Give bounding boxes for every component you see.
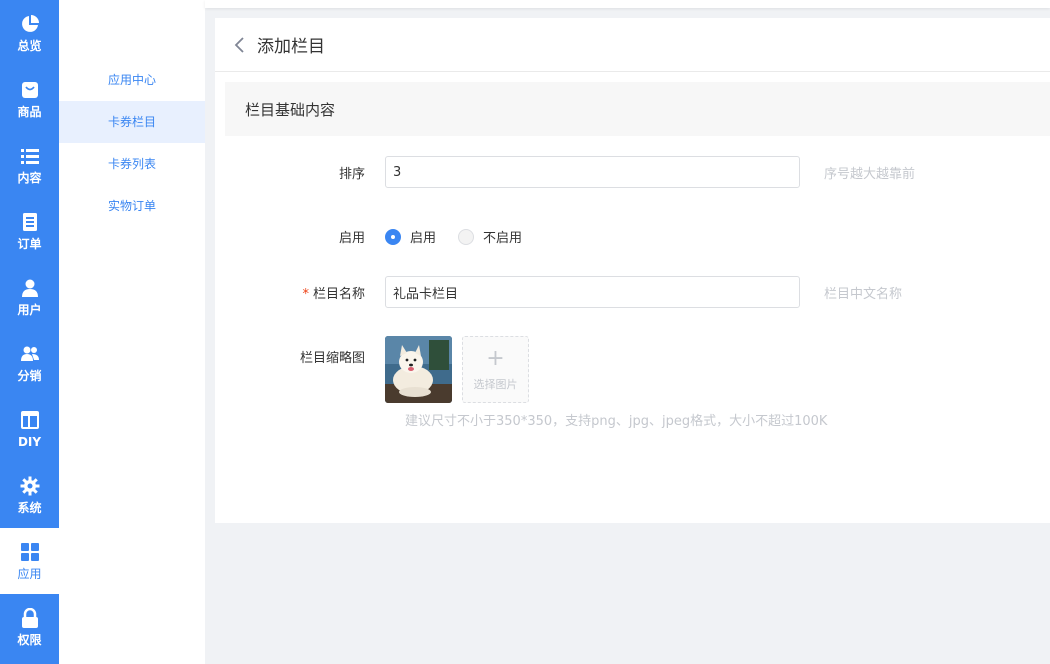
gear-icon — [20, 476, 39, 495]
radio-enable-label: 启用 — [410, 231, 437, 246]
name-input[interactable]: 礼品卡栏目 — [385, 276, 800, 308]
user-icon — [21, 279, 38, 297]
nav-item-permissions[interactable]: 权限 — [0, 594, 59, 660]
image-picker[interactable]: + 选择图片 — [462, 336, 529, 403]
lock-icon — [21, 607, 38, 628]
card-header: 添加栏目 — [215, 18, 1050, 72]
shopping-bag-icon — [21, 81, 38, 98]
nav-item-orders[interactable]: 订单 — [0, 198, 59, 264]
subnav-item-card-list[interactable]: 卡券列表 — [59, 143, 205, 185]
required-mark: * — [302, 286, 309, 302]
pie-chart-icon — [21, 14, 39, 32]
radio-unchecked-icon — [458, 228, 475, 245]
subnav-item-card-columns[interactable]: 卡券栏目 — [59, 101, 205, 143]
group-icon — [20, 346, 39, 361]
thumbnail-hint: 建议尺寸不小于350*350，支持png、jpg、jpeg格式，大小不超过100… — [405, 414, 828, 429]
nav-item-distribution[interactable]: 分销 — [0, 330, 59, 396]
radio-enable[interactable]: 启用 — [385, 227, 436, 246]
enable-label: 启用 — [338, 231, 365, 246]
name-label: 栏目名称 — [312, 286, 365, 302]
main-nav: 总览 商品 内容 订单 用户 分销 DIY 系统 应用 权限 — [0, 0, 59, 664]
form-row-enable: 启用 启用 不启用 — [215, 227, 1050, 246]
nav-item-products[interactable]: 商品 — [0, 66, 59, 132]
nav-item-label: 总览 — [17, 38, 42, 53]
form-card: 添加栏目 栏目基础内容 排序 3 序号越大越靠前 启用 启用 不启用 * 栏目名称… — [215, 18, 1050, 523]
section-title: 栏目基础内容 — [225, 82, 1050, 136]
name-label-wrap: * 栏目名称 — [215, 283, 385, 302]
top-bar — [205, 0, 1050, 8]
layout-icon — [20, 410, 39, 429]
form-row-thumbnail: 栏目缩略图 + 选择图片 — [215, 336, 1050, 403]
page-title: 添加栏目 — [257, 37, 325, 57]
plus-icon: + — [486, 345, 505, 371]
nav-item-label: 系统 — [17, 500, 42, 515]
form-row-name: * 栏目名称 礼品卡栏目 栏目中文名称 — [215, 276, 1050, 308]
nav-item-label: DIY — [17, 434, 42, 449]
thumbnail-image[interactable] — [385, 336, 452, 403]
name-hint: 栏目中文名称 — [824, 286, 903, 302]
nav-item-content[interactable]: 内容 — [0, 132, 59, 198]
chevron-left-icon[interactable] — [233, 36, 247, 53]
nav-item-users[interactable]: 用户 — [0, 264, 59, 330]
nav-item-label: 应用 — [17, 566, 42, 581]
nav-item-label: 分销 — [17, 368, 42, 383]
sort-label: 排序 — [338, 166, 365, 182]
image-picker-label: 选择图片 — [473, 377, 518, 391]
nav-item-system[interactable]: 系统 — [0, 462, 59, 528]
subnav-item-app-center[interactable]: 应用中心 — [59, 59, 205, 101]
radio-disable[interactable]: 不启用 — [458, 227, 522, 246]
nav-item-overview[interactable]: 总览 — [0, 0, 59, 66]
nav-item-diy[interactable]: DIY — [0, 396, 59, 462]
sort-input[interactable]: 3 — [385, 156, 800, 188]
nav-item-label: 订单 — [17, 236, 42, 251]
radio-checked-icon — [385, 228, 401, 245]
thumbnail-label: 栏目缩略图 — [299, 351, 365, 366]
dog-photo-icon — [385, 336, 452, 403]
list-icon — [20, 148, 39, 164]
order-doc-icon — [22, 212, 37, 231]
sub-nav: 应用中心 卡券栏目 卡券列表 实物订单 — [59, 0, 205, 664]
nav-item-label: 用户 — [17, 302, 42, 317]
grid-icon — [20, 542, 39, 561]
radio-disable-label: 不启用 — [483, 231, 523, 246]
form-row-sort: 排序 3 序号越大越靠前 — [215, 156, 1050, 188]
sort-hint: 序号越大越靠前 — [824, 166, 916, 182]
nav-item-label: 权限 — [17, 632, 42, 647]
nav-item-label: 内容 — [17, 170, 42, 185]
subnav-item-physical-orders[interactable]: 实物订单 — [59, 185, 205, 227]
nav-item-label: 商品 — [17, 104, 42, 119]
nav-item-apps[interactable]: 应用 — [0, 528, 59, 594]
